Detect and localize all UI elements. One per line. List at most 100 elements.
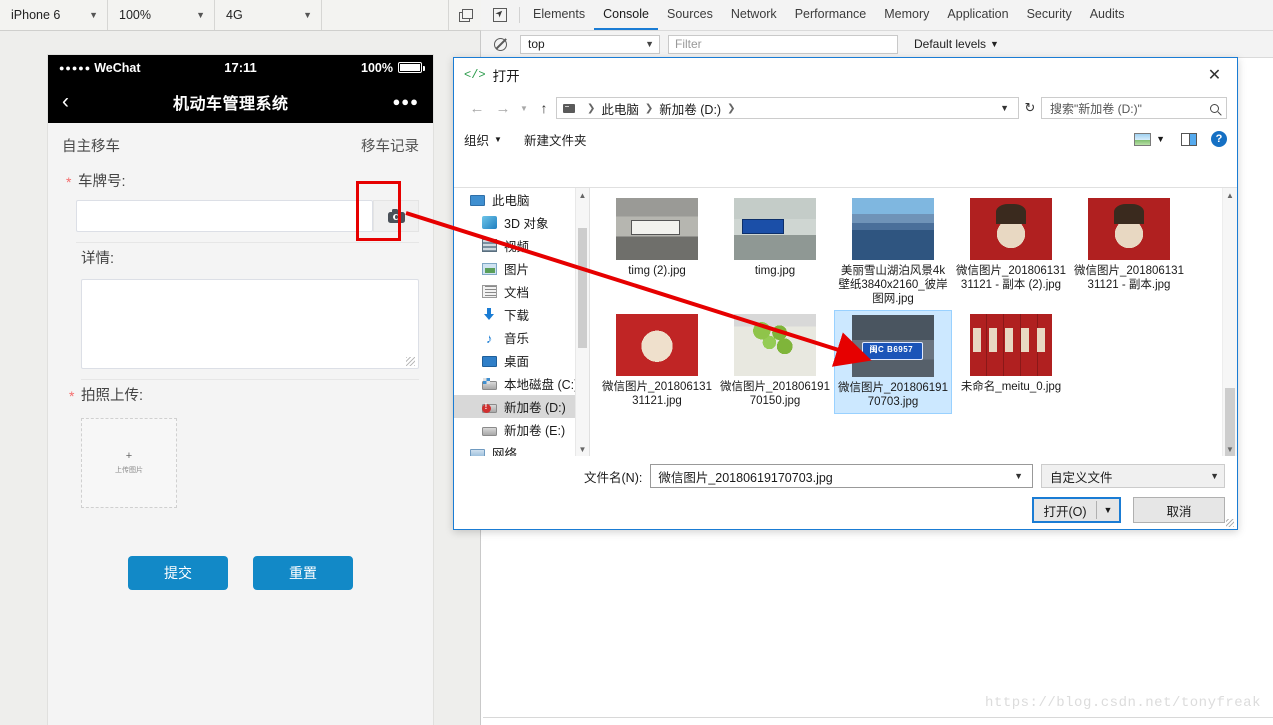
zoom-select[interactable]: 100% ▼ [108,0,215,30]
search-input[interactable]: 搜索"新加卷 (D:)" [1041,97,1227,119]
file-thumbnail: 闽C B6957 [852,315,934,377]
plate-number-input[interactable] [76,200,373,232]
videos-icon [482,239,497,252]
phone-viewport: ●●●●● WeChat 17:11 100% ‹ 机动车管理系统 ●●● 自主… [48,55,433,725]
tree-item-new-volume-e[interactable]: 新加卷 (E:) [454,418,589,441]
chevron-left-icon[interactable]: ‹ [62,91,69,112]
file-item[interactable]: 微信图片_20180613131121 - 副本.jpg [1070,194,1188,310]
more-dots-icon[interactable]: ●●● [392,94,419,109]
chevron-down-icon[interactable]: ▼ [1009,471,1028,481]
file-list-scrollbar[interactable]: ▲ ▼ [1222,188,1237,456]
tree-item-3d-objects[interactable]: 3D 对象 [454,211,589,234]
device-select[interactable]: iPhone 6 ▼ [0,0,108,30]
tab-elements[interactable]: Elements [524,0,594,30]
file-thumbnail [970,198,1052,260]
tab-memory[interactable]: Memory [875,0,938,30]
forward-icon[interactable]: → [490,100,516,117]
scroll-down-icon[interactable]: ▼ [1223,442,1237,456]
tree-item-documents[interactable]: 文档 [454,280,589,303]
new-folder-label: 新建文件夹 [523,133,587,148]
file-thumbnail [970,314,1052,376]
scroll-up-icon[interactable]: ▲ [576,188,589,202]
file-name: 微信图片_20180613131121 - 副本.jpg [1074,265,1184,291]
submit-button[interactable]: 提交 [128,556,228,590]
file-name: 微信图片_20180613131121.jpg [602,381,712,407]
detail-label-text: 详情: [81,251,115,267]
tab-performance[interactable]: Performance [786,0,876,30]
tree-item-desktop[interactable]: 桌面 [454,349,589,372]
resize-grip-icon[interactable] [1226,519,1234,527]
breadcrumb-separator: ❯ [727,102,736,114]
chevron-down-icon[interactable]: ▼ [1097,499,1119,521]
up-icon[interactable]: ↑ [532,100,556,116]
tab-application[interactable]: Application [938,0,1017,30]
recent-locations-icon[interactable]: ▼ [516,104,532,113]
tree-item-this-pc[interactable]: 此电脑 [454,188,589,211]
network-icon [470,448,485,456]
detail-textarea[interactable] [81,279,419,369]
scroll-up-icon[interactable]: ▲ [1223,188,1237,202]
file-item[interactable]: 微信图片_20180619170150.jpg [716,310,834,414]
file-list[interactable]: timg (2).jpg timg.jpg 美丽雪山湖泊风景4k壁纸3840x2… [590,188,1237,456]
file-item[interactable]: 美丽雪山湖泊风景4k壁纸3840x2160_彼岸图网.jpg [834,194,952,310]
scroll-down-icon[interactable]: ▼ [576,442,589,456]
file-item[interactable]: 微信图片_20180613131121.jpg [598,310,716,414]
chevron-down-icon[interactable]: ▼ [995,103,1014,113]
tab-sources[interactable]: Sources [658,0,722,30]
execution-context-select[interactable]: top ▼ [520,34,660,54]
tree-item-music[interactable]: ♪ 音乐 [454,326,589,349]
carrier-label: WeChat [94,60,141,75]
filetype-select[interactable]: 自定义文件 ▼ [1041,464,1225,488]
breadcrumb-item-1[interactable]: 新加卷 (D:) [659,99,721,118]
breadcrumb-item-0[interactable]: 此电脑 [601,99,639,118]
tab-audits[interactable]: Audits [1081,0,1134,30]
tree-item-label: 视频 [504,240,530,254]
signal-dots-icon: ●●●●● [59,62,92,73]
file-item-selected[interactable]: 闽C B6957 微信图片_20180619170703.jpg [834,310,952,414]
new-folder-button[interactable]: 新建文件夹 [524,130,587,149]
file-item[interactable]: 未命名_meitu_0.jpg [952,310,1070,414]
scrollbar-thumb[interactable] [578,228,587,348]
battery-icon [398,62,425,73]
cancel-button[interactable]: 取消 [1133,497,1225,523]
console-filter-input[interactable]: Filter [668,34,898,54]
tree-item-new-volume-d[interactable]: 新加卷 (D:) [454,395,589,418]
close-icon[interactable]: ✕ [1192,58,1237,92]
tab-console[interactable]: Console [594,0,658,30]
tree-item-network[interactable]: 网络 [454,441,589,456]
filename-input[interactable]: 微信图片_20180619170703.jpg ▼ [650,464,1033,488]
back-icon[interactable]: ← [464,100,490,117]
move-records-link[interactable]: 移车记录 [361,135,419,156]
divider [483,717,1273,718]
refresh-icon[interactable]: ↻ [1019,100,1041,116]
tree-item-label: 此电脑 [492,194,530,208]
inspect-element-button[interactable] [485,0,515,30]
page-title: 机动车管理系统 [172,95,289,113]
reset-button[interactable]: 重置 [253,556,353,590]
open-button[interactable]: 打开(O) ▼ [1032,497,1121,523]
resize-grip-icon[interactable] [406,357,415,366]
tree-scrollbar[interactable]: ▲ ▼ [575,188,589,456]
network-throttle-select[interactable]: 4G ▼ [215,0,322,30]
screencast-button[interactable] [449,0,481,30]
log-levels-dropdown[interactable]: Default levels ▼ [914,37,999,51]
clear-console-button[interactable] [487,37,513,51]
file-thumbnail [616,314,698,376]
file-thumbnail [1088,198,1170,260]
tab-security[interactable]: Security [1018,0,1081,30]
help-icon[interactable]: ? [1211,131,1227,147]
tree-item-videos[interactable]: 视频 [454,234,589,257]
organize-button[interactable]: 组织 ▼ [464,130,502,149]
breadcrumb[interactable]: ❯ 此电脑 ❯ 新加卷 (D:) ❯ ▼ [556,97,1019,119]
file-item[interactable]: timg.jpg [716,194,834,310]
view-mode-icon[interactable] [1134,132,1152,146]
tree-item-downloads[interactable]: 下载 [454,303,589,326]
tree-item-local-disk-c[interactable]: 本地磁盘 (C:) [454,372,589,395]
file-item[interactable]: timg (2).jpg [598,194,716,310]
tree-item-pictures[interactable]: 图片 [454,257,589,280]
chevron-down-icon[interactable]: ▼ [1156,134,1165,144]
tab-network[interactable]: Network [722,0,786,30]
upload-image-dropzone[interactable]: + 上传图片 [81,418,177,508]
file-item[interactable]: 微信图片_20180613131121 - 副本 (2).jpg [952,194,1070,310]
preview-pane-icon[interactable] [1181,132,1197,146]
